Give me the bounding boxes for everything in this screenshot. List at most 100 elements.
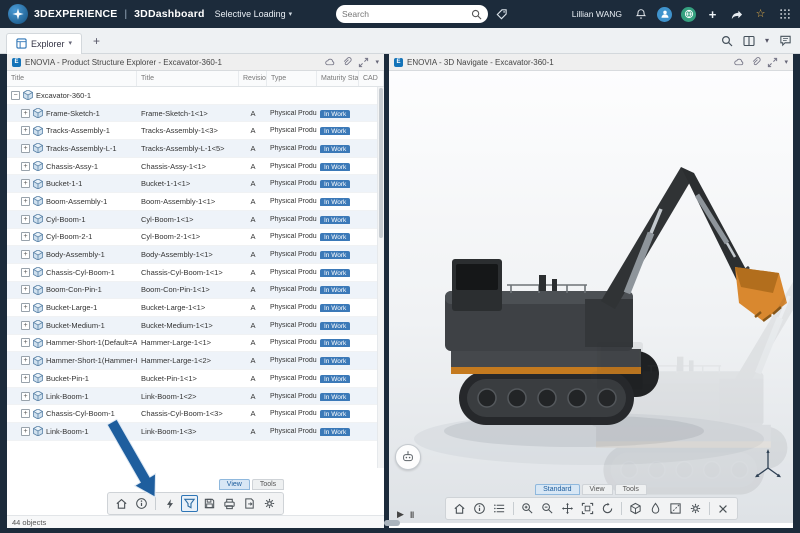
table-row[interactable]: + Chassis-Cyl-Boom-1 Chassis-Cyl-Boom-1<…: [7, 405, 384, 423]
vertical-scrollbar[interactable]: [377, 87, 384, 468]
table-row[interactable]: + Frame-Sketch-1 Frame-Sketch-1<1> A Phy…: [7, 105, 384, 123]
table-row[interactable]: + Boom-Con-Pin-1 Boom-Con-Pin-1<1> A Phy…: [7, 282, 384, 300]
expand-toggle[interactable]: +: [21, 126, 30, 135]
pan-button[interactable]: [559, 500, 576, 517]
expand-toggle[interactable]: +: [21, 197, 30, 206]
table-row[interactable]: + Body-Assembly-1 Body-Assembly-1<1> A P…: [7, 246, 384, 264]
scrollbar-thumb[interactable]: [379, 88, 383, 238]
table-row[interactable]: + Boom-Assembly-1 Boom-Assembly-1<1> A P…: [7, 193, 384, 211]
tag-icon[interactable]: [494, 7, 509, 22]
table-row[interactable]: + Chassis-Cyl-Boom-1 Chassis-Cyl-Boom-1<…: [7, 264, 384, 282]
rotate-view-button[interactable]: [599, 500, 616, 517]
footer-tab-tools[interactable]: Tools: [252, 479, 284, 490]
share-icon[interactable]: [729, 7, 744, 22]
table-row-root[interactable]: − Excavator-360-1: [7, 87, 384, 105]
render-style-button[interactable]: [647, 500, 664, 517]
column-title2[interactable]: Title: [137, 71, 239, 86]
search-box[interactable]: [336, 5, 488, 23]
add-content-button[interactable]: +: [705, 7, 720, 22]
column-type[interactable]: Type: [267, 71, 317, 86]
print-button[interactable]: [221, 495, 238, 512]
table-row[interactable]: + Bucket-Pin-1 Bucket-Pin-1<1> A Physica…: [7, 370, 384, 388]
column-maturity[interactable]: Maturity State: [317, 71, 359, 86]
expand-toggle[interactable]: +: [21, 215, 30, 224]
expand-toggle[interactable]: +: [21, 303, 30, 312]
expand-toggle[interactable]: +: [21, 179, 30, 188]
panel-splitter-handle[interactable]: [384, 520, 400, 526]
community-icon[interactable]: [681, 7, 696, 22]
expand-toggle[interactable]: +: [21, 409, 30, 418]
footer-tab-tools[interactable]: Tools: [615, 484, 647, 495]
link-icon[interactable]: [750, 57, 761, 68]
table-row[interactable]: + Bucket-Large-1 Bucket-Large-1<1> A Phy…: [7, 299, 384, 317]
column-cad[interactable]: CAD: [359, 71, 384, 86]
table-row[interactable]: + Bucket-Medium-1 Bucket-Medium-1<1> A P…: [7, 317, 384, 335]
export-button[interactable]: [241, 495, 258, 512]
section-button[interactable]: [667, 500, 684, 517]
user-avatar[interactable]: [657, 7, 672, 22]
maximize-icon[interactable]: [767, 57, 778, 68]
close-toolbar-button[interactable]: [715, 500, 732, 517]
footer-tab-view[interactable]: View: [582, 484, 613, 495]
3d-viewport[interactable]: ▶ ‖ StandardViewTools: [389, 71, 793, 528]
expand-toggle[interactable]: +: [21, 392, 30, 401]
play-button[interactable]: ▶: [397, 509, 404, 520]
layout-panels-icon[interactable]: [743, 35, 755, 47]
comments-icon[interactable]: [779, 34, 792, 47]
settings-gear-button[interactable]: [687, 500, 704, 517]
table-row[interactable]: + Link-Boom-1 Link-Boom-1<2> A Physical …: [7, 388, 384, 406]
quick-actions-lightning-button[interactable]: [161, 495, 178, 512]
filter-button[interactable]: [181, 495, 198, 512]
cloud-icon[interactable]: [733, 57, 744, 68]
home-button[interactable]: [113, 495, 130, 512]
zoom-in-button[interactable]: [519, 500, 536, 517]
expand-toggle[interactable]: +: [21, 338, 30, 347]
model-tree-list-button[interactable]: [491, 500, 508, 517]
expand-toggle[interactable]: +: [21, 285, 30, 294]
expand-toggle[interactable]: +: [21, 250, 30, 259]
panel-chevron-icon[interactable]: ▾: [784, 59, 788, 66]
expand-toggle[interactable]: +: [21, 232, 30, 241]
table-row[interactable]: + Link-Boom-1 Link-Boom-1<3> A Physical …: [7, 423, 384, 441]
search-input[interactable]: [342, 9, 471, 19]
collapse-chevron-icon[interactable]: ▾: [765, 37, 769, 45]
expand-toggle[interactable]: +: [21, 144, 30, 153]
info-button[interactable]: [133, 495, 150, 512]
table-row[interactable]: + Tracks-Assembly-1 Tracks-Assembly-1<3>…: [7, 122, 384, 140]
maximize-icon[interactable]: [358, 57, 369, 68]
footer-tab-standard[interactable]: Standard: [535, 484, 579, 495]
table-row[interactable]: + Cyl-Boom-1 Cyl-Boom-1<1> A Physical Pr…: [7, 211, 384, 229]
zoom-out-button[interactable]: [539, 500, 556, 517]
loading-mode-dropdown[interactable]: Selective Loading ▾: [215, 9, 293, 19]
view-cube-button[interactable]: [627, 500, 644, 517]
expand-toggle[interactable]: +: [21, 374, 30, 383]
link-icon[interactable]: [341, 57, 352, 68]
collapse-toggle[interactable]: −: [11, 91, 20, 100]
table-row[interactable]: + Hammer-Short-1(Default=As Machined)-1 …: [7, 335, 384, 353]
tab-explorer[interactable]: Explorer ▾: [6, 33, 82, 54]
panel-chevron-icon[interactable]: ▾: [375, 59, 379, 66]
info-button[interactable]: [471, 500, 488, 517]
add-tab-button[interactable]: +: [88, 34, 105, 48]
favorites-star-icon[interactable]: ☆: [753, 7, 768, 22]
assistant-robot-icon[interactable]: [395, 444, 421, 470]
expand-toggle[interactable]: +: [21, 268, 30, 277]
axes-triad[interactable]: [753, 447, 783, 484]
user-name[interactable]: Lillian WANG: [572, 9, 622, 19]
column-revision[interactable]: Revision: [239, 71, 267, 86]
cloud-icon[interactable]: [324, 57, 335, 68]
table-row[interactable]: + Cyl-Boom-2-1 Cyl-Boom-2-1<1> A Physica…: [7, 229, 384, 247]
pause-button[interactable]: ‖: [410, 510, 414, 520]
home-button[interactable]: [451, 500, 468, 517]
search-content-icon[interactable]: [721, 35, 733, 47]
fit-all-button[interactable]: [579, 500, 596, 517]
settings-gear-button[interactable]: [261, 495, 278, 512]
expand-toggle[interactable]: +: [21, 321, 30, 330]
notifications-bell-icon[interactable]: [633, 7, 648, 22]
expand-toggle[interactable]: +: [21, 427, 30, 436]
apps-grid-icon[interactable]: [777, 7, 792, 22]
table-row[interactable]: + Tracks-Assembly-L-1 Tracks-Assembly-L-…: [7, 140, 384, 158]
table-row[interactable]: + Bucket-1-1 Bucket-1-1<1> A Physical Pr…: [7, 175, 384, 193]
search-icon[interactable]: [471, 9, 482, 20]
expand-toggle[interactable]: +: [21, 162, 30, 171]
